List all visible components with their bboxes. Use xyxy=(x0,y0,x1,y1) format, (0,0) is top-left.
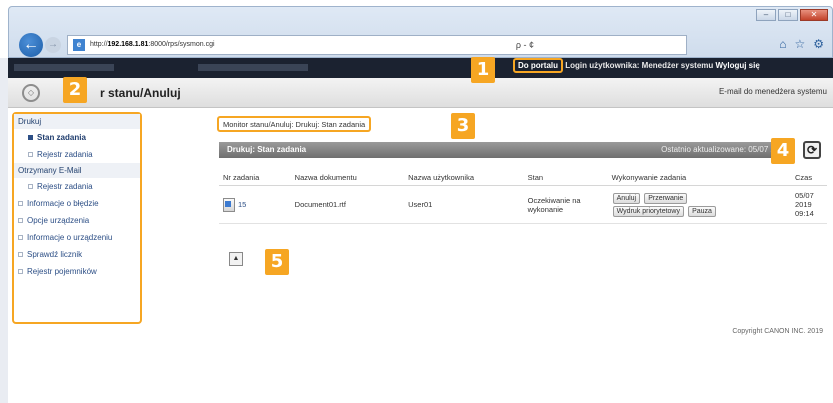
address-bar[interactable]: e http://192.168.1.81:8000/rps/sysmon.cg… xyxy=(67,35,687,55)
maximize-button[interactable]: □ xyxy=(778,9,798,21)
sidebar-item-label: Informacje o urządzeniu xyxy=(27,233,113,242)
sidebar-item-device-options[interactable]: Opcje urządzenia xyxy=(14,212,140,229)
settings-gear-icon[interactable]: ⚙ xyxy=(813,37,824,51)
bullet-icon xyxy=(28,135,33,140)
url-path: :8000/rps/sysmon.cgi xyxy=(148,41,215,48)
column-header: Wykonywanie zadania xyxy=(607,170,791,186)
back-arrow-icon[interactable]: ← xyxy=(19,33,43,57)
url-host: 192.168.1.81 xyxy=(107,41,149,48)
document-icon xyxy=(223,197,235,212)
callout-badge-3: 3 xyxy=(451,113,475,139)
close-button[interactable]: ✕ xyxy=(800,9,828,21)
cancel-button[interactable]: Anuluj xyxy=(612,192,641,204)
job-table: Nr zadania Nazwa dokumentu Nazwa użytkow… xyxy=(219,170,827,224)
sidebar-item-label: Stan zadania xyxy=(37,133,86,142)
column-header: Nazwa dokumentu xyxy=(290,170,405,186)
minimize-button[interactable]: – xyxy=(756,9,776,21)
favorites-star-icon[interactable]: ☆ xyxy=(794,37,805,51)
job-number-link[interactable]: 15 xyxy=(223,197,287,212)
job-actions-row: Anuluj Przerwanie xyxy=(612,192,787,205)
blurred-device-model xyxy=(198,64,308,71)
callout-badge-5: 5 xyxy=(265,249,289,275)
forward-arrow-icon[interactable]: → xyxy=(45,37,61,53)
sidebar-item-label: Rejestr zadania xyxy=(37,150,93,159)
table-row: 15 Document01.rtf User01 Oczekiwanie na … xyxy=(219,185,827,224)
page-title: r stanu/Anuluj xyxy=(100,86,181,100)
user-name-cell: User01 xyxy=(404,185,524,224)
bullet-icon xyxy=(18,235,23,240)
bullet-icon xyxy=(18,218,23,223)
callout-badge-2: 2 xyxy=(63,77,87,103)
sidebar-item-label: Rejestr pojemników xyxy=(27,267,97,276)
topbar-links: Do portalu Login użytkownika: Menedżer s… xyxy=(513,58,760,73)
column-header: Czas xyxy=(791,170,827,186)
sidebar-menu: Drukuj Stan zadania Rejestr zadania Otrz… xyxy=(12,112,142,324)
sidebar-item-job-log[interactable]: Rejestr zadania xyxy=(14,146,140,163)
table-header-row: Nr zadania Nazwa dokumentu Nazwa użytkow… xyxy=(219,170,827,186)
sidebar-item-capacity-log[interactable]: Rejestr pojemników xyxy=(14,263,140,280)
document-name-cell: Document01.rtf xyxy=(290,185,405,224)
blurred-device-name xyxy=(14,64,114,71)
main-content: Monitor stanu/Anuluj: Drukuj: Stan zadan… xyxy=(150,112,833,335)
last-updated-text: Ostatnio aktualizowane: 05/07 2 xyxy=(661,145,775,154)
remote-ui-logo-icon: ◇ xyxy=(22,84,40,102)
pause-button[interactable]: Pauza xyxy=(688,205,716,217)
sidebar-item-label: Informacje o błędzie xyxy=(27,199,99,208)
job-actions-cell: Anuluj Przerwanie Wydruk priorytetowy Pa… xyxy=(607,185,791,224)
page-header: ◇ r stanu/Anuluj E-mail do menedżera sys… xyxy=(8,78,833,108)
status-cell: Oczekiwanie na wykonanie xyxy=(523,185,608,224)
time-cell: 05/07 2019 09:14 xyxy=(791,185,827,224)
sidebar-item-label: Rejestr zadania xyxy=(37,182,93,191)
refresh-icon[interactable]: ⟳ xyxy=(803,141,821,159)
column-header: Nr zadania xyxy=(219,170,291,186)
screenshot-stage: – □ ✕ ← → e http://192.168.1.81:8000/rps… xyxy=(0,0,833,403)
browser-chrome: – □ ✕ ← → e http://192.168.1.81:8000/rps… xyxy=(8,6,833,58)
sidebar-item-label: Sprawdź licznik xyxy=(27,250,83,259)
home-icon[interactable]: ⌂ xyxy=(779,37,786,51)
search-refresh-icons[interactable]: ρ - ¢ xyxy=(516,36,534,54)
sidebar-item-job-status[interactable]: Stan zadania xyxy=(14,129,140,146)
bullet-icon xyxy=(18,201,23,206)
bullet-icon xyxy=(28,152,33,157)
sidebar-item-label: Opcje urządzenia xyxy=(27,216,90,225)
priority-print-button[interactable]: Wydruk priorytetowy xyxy=(612,205,684,217)
sidebar-item-error-info[interactable]: Informacje o błędzie xyxy=(14,195,140,212)
page-favicon-icon: e xyxy=(73,39,85,51)
browser-toolbar-icons: ⌂ ☆ ⚙ xyxy=(779,37,824,51)
breadcrumb: Monitor stanu/Anuluj: Drukuj: Stan zadan… xyxy=(217,116,372,132)
bullet-icon xyxy=(18,269,23,274)
job-actions-row: Wydruk priorytetowy Pauza xyxy=(612,205,787,218)
panel-title: Drukuj: Stan zadania xyxy=(227,145,307,154)
sidebar-group-print[interactable]: Drukuj xyxy=(14,114,140,129)
copyright-text: Copyright CANON INC. 2019 xyxy=(732,328,823,335)
sidebar-item-device-info[interactable]: Informacje o urządzeniu xyxy=(14,229,140,246)
panel-header: Drukuj: Stan zadania Ostatnio aktualizow… xyxy=(219,142,789,158)
window-controls: – □ ✕ xyxy=(756,9,828,21)
scroll-to-top-icon[interactable]: ▲ xyxy=(229,252,243,266)
page-topbar: Do portalu Login użytkownika: Menedżer s… xyxy=(8,58,833,78)
interrupt-button[interactable]: Przerwanie xyxy=(644,192,688,204)
job-number-cell: 15 xyxy=(219,185,291,224)
callout-badge-4: 4 xyxy=(771,138,795,164)
sidebar-group-received-email[interactable]: Otrzymany E-Mail xyxy=(14,163,140,178)
bullet-icon xyxy=(18,252,23,257)
job-number: 15 xyxy=(238,200,247,209)
column-header: Nazwa użytkownika xyxy=(404,170,524,186)
url-prefix: http:// xyxy=(90,41,108,48)
window-left-edge xyxy=(0,58,8,403)
sidebar-item-received-log[interactable]: Rejestr zadania xyxy=(14,178,140,195)
column-header: Stan xyxy=(523,170,608,186)
callout-badge-1: 1 xyxy=(471,57,495,83)
email-admin-link[interactable]: E-mail do menedżera systemu xyxy=(719,87,827,96)
login-user-text: Login użytkownika: Menedżer systemu xyxy=(565,61,714,70)
logout-link[interactable]: Wyloguj się xyxy=(716,61,760,70)
portal-link[interactable]: Do portalu xyxy=(513,58,563,73)
bullet-icon xyxy=(28,184,33,189)
sidebar-item-counter[interactable]: Sprawdź licznik xyxy=(14,246,140,263)
